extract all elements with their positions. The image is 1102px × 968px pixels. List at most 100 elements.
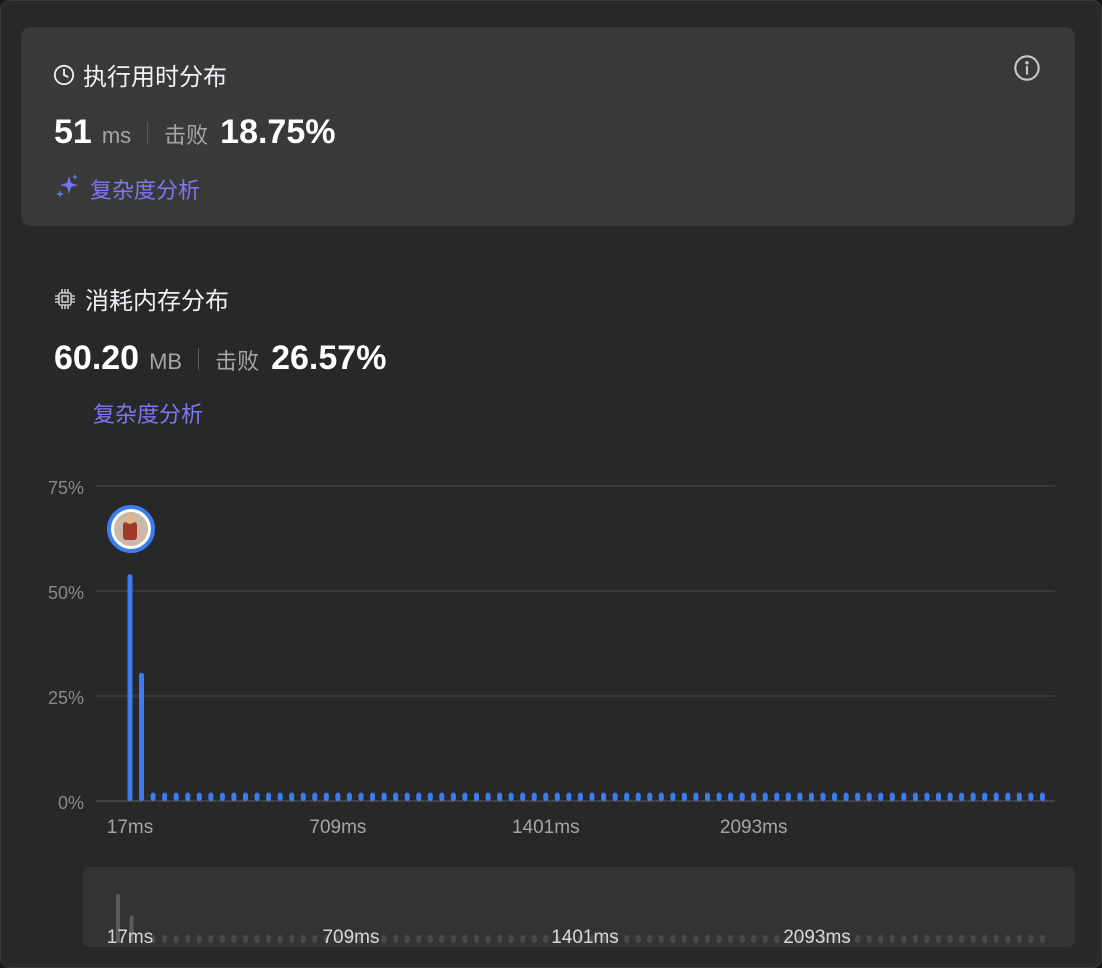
bar <box>947 792 953 801</box>
y-tick-label: 0% <box>58 793 84 813</box>
bar <box>1005 792 1011 801</box>
bar <box>832 792 838 801</box>
bar <box>312 792 318 801</box>
runtime-stats: 51 ms 击败 18.75% <box>54 113 336 152</box>
navigator-bar <box>427 935 433 943</box>
bar <box>358 792 364 801</box>
navigator-bar <box>312 935 318 943</box>
bar <box>462 792 468 801</box>
navigator-chart[interactable]: 17ms 709ms 1401ms 2093ms <box>1 867 1102 967</box>
bar <box>647 792 653 801</box>
navigator-bar <box>300 935 306 943</box>
x-tick-label: 17ms <box>107 817 153 838</box>
bar <box>878 792 884 801</box>
bar <box>196 792 202 801</box>
bar <box>774 792 780 801</box>
bar <box>601 792 607 801</box>
navigator-bar <box>1005 935 1011 943</box>
navigator-bar <box>1028 935 1034 943</box>
bar <box>1039 792 1045 801</box>
navigator-bar <box>624 935 630 943</box>
avatar-figure <box>123 522 137 540</box>
runtime-beat-label: 击败 <box>164 124 209 149</box>
bar <box>1028 792 1034 801</box>
bar <box>681 792 687 801</box>
y-tick-label: 50% <box>48 583 84 603</box>
navigator-bar <box>993 935 999 943</box>
bar <box>185 792 191 801</box>
navigator-bar <box>739 935 745 943</box>
bar <box>335 792 341 801</box>
bar <box>266 792 272 801</box>
bar <box>243 792 248 801</box>
navigator-bar <box>901 935 907 943</box>
bar <box>173 792 179 801</box>
info-icon[interactable] <box>1013 54 1041 87</box>
bar <box>231 792 237 801</box>
bar <box>439 792 445 801</box>
bar <box>554 792 560 801</box>
navigator-bar <box>681 935 687 943</box>
navigator-bar <box>243 935 248 943</box>
navigator-tick-label: 709ms <box>322 927 379 948</box>
bar <box>901 792 907 801</box>
bar <box>566 792 572 801</box>
bar <box>139 672 145 801</box>
bar <box>993 792 999 801</box>
clock-icon <box>53 64 75 86</box>
bar <box>323 792 329 801</box>
navigator-bar <box>728 935 734 943</box>
bar <box>381 792 387 801</box>
bar <box>485 792 491 801</box>
bar <box>162 792 168 801</box>
memory-beat-label: 击败 <box>215 350 260 375</box>
navigator-bar <box>878 935 884 943</box>
bar <box>635 792 641 801</box>
navigator-bar <box>866 935 872 943</box>
runtime-unit: ms <box>101 123 132 148</box>
bar <box>705 792 710 801</box>
bar <box>866 792 872 801</box>
memory-title-text: 消耗内存分布 <box>85 287 229 315</box>
runtime-card[interactable]: 执行用时分布 51 ms 击败 18.75% 复杂度分析 <box>21 27 1075 226</box>
navigator-bar <box>277 935 283 943</box>
bar <box>427 792 433 801</box>
navigator-bar <box>1016 935 1022 943</box>
memory-analysis-label: 复杂度分析 <box>93 403 204 428</box>
runtime-analysis-link[interactable]: 复杂度分析 <box>54 172 200 206</box>
bar <box>208 792 214 801</box>
runtime-title: 执行用时分布 <box>53 57 227 92</box>
navigator-bar <box>982 935 988 943</box>
bar <box>300 792 306 801</box>
runtime-analysis-label: 复杂度分析 <box>90 179 201 204</box>
bar <box>150 792 156 801</box>
bar <box>936 792 941 801</box>
navigator-bar <box>647 935 653 943</box>
navigator-bar <box>254 935 260 943</box>
bar <box>728 792 734 801</box>
navigator-bar <box>774 935 780 943</box>
memory-beat-value: 26.57% <box>271 339 387 377</box>
navigator-bar <box>231 935 237 943</box>
navigator-tick-label: 1401ms <box>551 927 619 948</box>
navigator-bar <box>450 935 456 943</box>
bar <box>762 792 768 801</box>
bar <box>751 792 757 801</box>
navigator-bar <box>912 935 918 943</box>
bar <box>346 792 352 801</box>
chip-icon <box>53 287 77 311</box>
navigator-bar <box>289 935 295 943</box>
navigator-bar <box>208 935 214 943</box>
memory-analysis-link[interactable]: 复杂度分析 <box>93 397 203 429</box>
bar <box>1016 792 1022 801</box>
navigator-tick-label: 17ms <box>107 927 153 948</box>
avatar-head <box>125 514 135 524</box>
navigator-bar <box>635 935 641 943</box>
bar <box>912 792 918 801</box>
navigator-bar <box>658 935 664 943</box>
navigator-bar <box>751 935 757 943</box>
bar <box>970 792 976 801</box>
bar <box>889 792 895 801</box>
distribution-chart[interactable]: 0% 25% 50% 75% 17ms 709ms 1401ms 2093ms <box>1 461 1102 841</box>
bar <box>416 792 422 801</box>
